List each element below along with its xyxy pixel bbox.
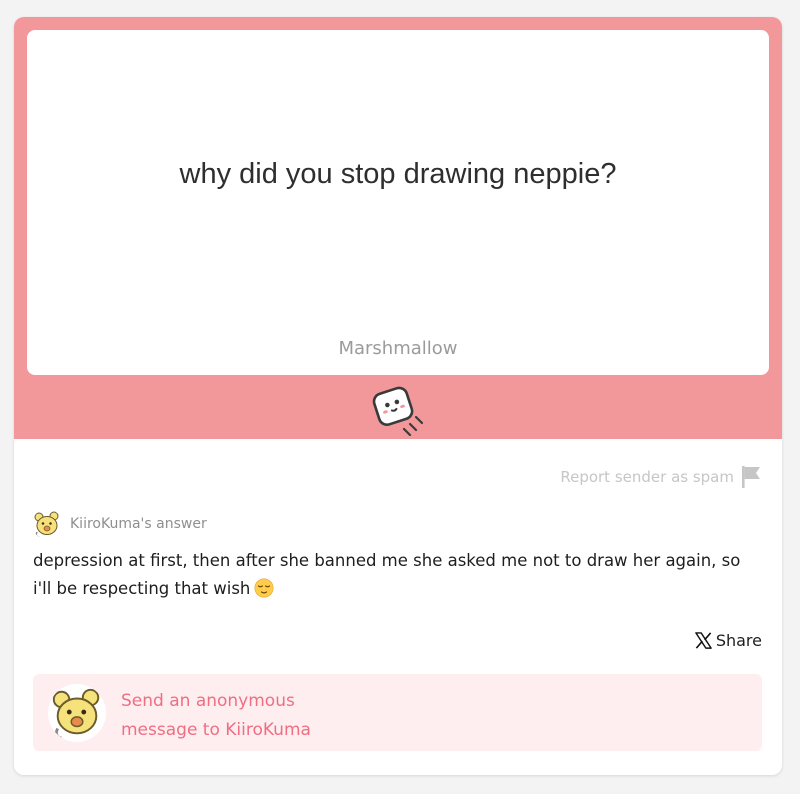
share-button[interactable]: Share — [694, 631, 762, 650]
report-spam-label: Report sender as spam — [560, 468, 734, 486]
brand-label: Marshmallow — [338, 338, 458, 359]
question-box: why did you stop drawing neppie? Marshma… — [27, 30, 769, 375]
answer-header: KiiroKuma's answer — [32, 509, 207, 539]
x-logo-icon — [695, 632, 712, 649]
question-frame: why did you stop drawing neppie? Marshma… — [14, 17, 782, 439]
answer-author-label: KiiroKuma's answer — [70, 516, 207, 532]
send-line-1: Send an anonymous — [121, 691, 295, 711]
bear-avatar-icon — [48, 684, 106, 742]
answer-card: why did you stop drawing neppie? Marshma… — [14, 17, 782, 775]
marshmallow-icon — [372, 386, 424, 436]
avatar — [48, 684, 106, 742]
send-message-button[interactable]: Send an anonymous message to KiiroKuma — [33, 674, 762, 751]
bear-avatar-icon — [32, 509, 62, 539]
answer-text: depression at first, then after she bann… — [33, 547, 763, 603]
answer-body: depression at first, then after she bann… — [33, 551, 741, 598]
report-spam-button[interactable]: Report sender as spam — [560, 465, 762, 489]
flag-icon — [742, 466, 760, 488]
question-text: why did you stop drawing neppie? — [179, 158, 617, 190]
send-message-text: Send an anonymous message to KiiroKuma — [121, 687, 311, 745]
avatar[interactable] — [32, 509, 62, 539]
relieved-face-emoji-icon — [254, 578, 274, 598]
send-line-2: message to KiiroKuma — [121, 720, 311, 740]
share-label: Share — [715, 631, 762, 650]
